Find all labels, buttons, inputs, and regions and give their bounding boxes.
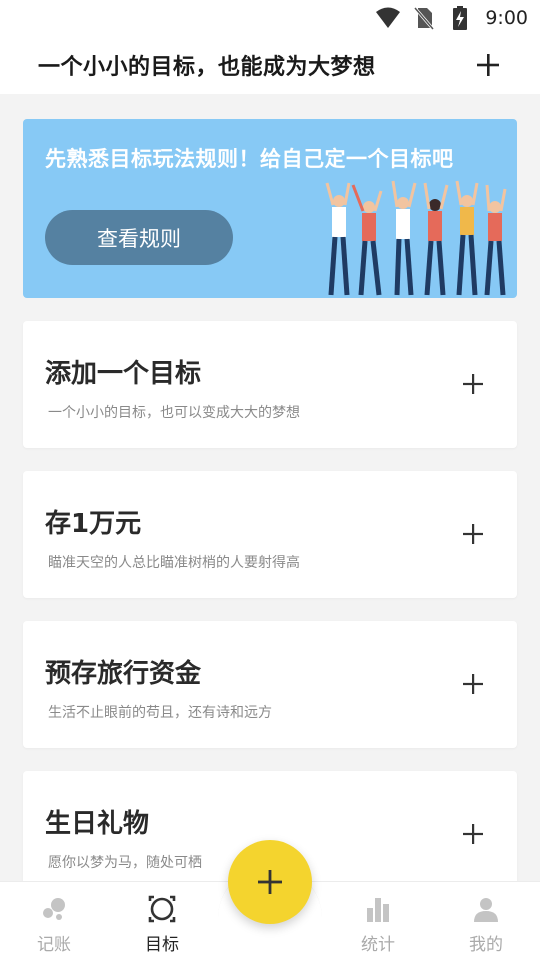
tab-label: 统计 (361, 935, 395, 955)
add-record-fab[interactable] (228, 840, 312, 924)
rules-banner[interactable]: 先熟悉目标玩法规则！给自己定一个目标吧 查看规则 (23, 119, 517, 298)
view-rules-button[interactable]: 查看规则 (45, 210, 233, 265)
tab-target[interactable]: 目标 (108, 882, 216, 960)
tab-statistics[interactable]: 统计 (324, 882, 432, 960)
goal-title: 生日礼物 (45, 809, 150, 839)
bookkeeping-icon (39, 894, 69, 924)
status-bar: 9:00 (0, 0, 540, 36)
goal-subtitle: 愿你以梦为马，随处可栖 (48, 855, 202, 871)
celebrating-people-illustration (325, 180, 507, 296)
plus-icon (463, 374, 483, 394)
target-icon (147, 894, 177, 924)
goal-subtitle: 一个小小的目标，也可以变成大大的梦想 (48, 405, 300, 421)
tab-label: 目标 (145, 935, 179, 955)
person-icon (471, 894, 501, 924)
goal-title: 存1万元 (45, 509, 142, 539)
goal-title: 预存旅行资金 (45, 659, 202, 689)
plus-icon (463, 824, 483, 844)
wifi-icon (375, 5, 401, 31)
page-title: 一个小小的目标，也能成为大梦想 (38, 55, 376, 80)
plus-icon (463, 524, 483, 544)
goal-add-button[interactable] (461, 822, 485, 846)
status-time: 9:00 (485, 7, 528, 29)
goal-card-travel[interactable]: 预存旅行资金 生活不止眼前的苟且，还有诗和远方 (23, 621, 517, 748)
tab-bookkeeping[interactable]: 记账 (0, 882, 108, 960)
bar-chart-icon (363, 894, 393, 924)
goal-add-button[interactable] (461, 522, 485, 546)
goal-card-add[interactable]: 添加一个目标 一个小小的目标，也可以变成大大的梦想 (23, 321, 517, 448)
top-header: 一个小小的目标，也能成为大梦想 (0, 36, 540, 94)
no-sim-icon (411, 5, 437, 31)
goal-subtitle: 生活不止眼前的苟且，还有诗和远方 (48, 705, 272, 721)
tab-label: 我的 (469, 935, 503, 955)
tab-label: 记账 (37, 935, 71, 955)
battery-charging-icon (447, 5, 473, 31)
goal-add-button[interactable] (461, 372, 485, 396)
goal-subtitle: 瞄准天空的人总比瞄准树梢的人要射得高 (48, 555, 300, 571)
goal-card-save[interactable]: 存1万元 瞄准天空的人总比瞄准树梢的人要射得高 (23, 471, 517, 598)
plus-icon (258, 870, 282, 894)
add-goal-button[interactable] (474, 51, 502, 79)
tab-mine[interactable]: 我的 (432, 882, 540, 960)
goal-title: 添加一个目标 (45, 359, 202, 389)
banner-text: 先熟悉目标玩法规则！给自己定一个目标吧 (45, 147, 454, 171)
plus-icon (463, 674, 483, 694)
plus-icon (477, 54, 499, 76)
goal-add-button[interactable] (461, 672, 485, 696)
